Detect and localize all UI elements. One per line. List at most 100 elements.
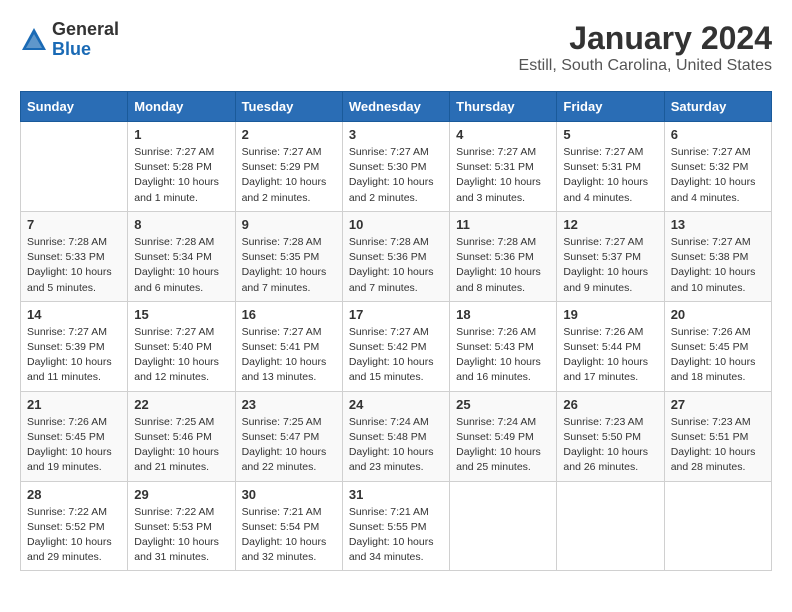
calendar-week-row: 1 Sunrise: 7:27 AM Sunset: 5:28 PM Daylig… [21,122,772,212]
day-info: Sunrise: 7:27 AM Sunset: 5:32 PM Dayligh… [671,145,765,206]
calendar-cell: 27Sunrise: 7:23 AM Sunset: 5:51 PM Dayli… [664,391,771,481]
day-info: Sunrise: 7:22 AM Sunset: 5:52 PM Dayligh… [27,505,121,566]
calendar-cell: 25 Sunrise: 7:24 AM Sunset: 5:49 PM Dayli… [450,391,557,481]
calendar-cell: 26 Sunrise: 7:23 AM Sunset: 5:50 PM Dayli… [557,391,664,481]
day-info: Sunrise: 7:22 AM Sunset: 5:53 PM Dayligh… [134,505,228,566]
day-info: Sunrise: 7:21 AM Sunset: 5:55 PM Dayligh… [349,505,443,566]
day-number: 28 [27,487,121,502]
day-number: 24 [349,397,443,412]
day-info: Sunrise: 7:27 AM Sunset: 5:38 PM Dayligh… [671,235,765,296]
day-number: 20 [671,307,765,322]
calendar-week-row: 7 Sunrise: 7:28 AM Sunset: 5:33 PM Daylig… [21,211,772,301]
day-number: 1 [134,127,228,142]
calendar-cell: 6 Sunrise: 7:27 AM Sunset: 5:32 PM Daylig… [664,122,771,212]
calendar-cell: 8 Sunrise: 7:28 AM Sunset: 5:34 PM Daylig… [128,211,235,301]
day-info: Sunrise: 7:27 AM Sunset: 5:40 PM Dayligh… [134,325,228,386]
weekday-header-thursday: Thursday [450,92,557,122]
calendar-cell: 15 Sunrise: 7:27 AM Sunset: 5:40 PM Dayli… [128,301,235,391]
day-info: Sunrise: 7:23 AM Sunset: 5:50 PM Dayligh… [563,415,657,476]
calendar-cell: 12 Sunrise: 7:27 AM Sunset: 5:37 PM Dayli… [557,211,664,301]
day-info: Sunrise: 7:27 AM Sunset: 5:42 PM Dayligh… [349,325,443,386]
day-number: 13 [671,217,765,232]
weekday-header-friday: Friday [557,92,664,122]
day-info: Sunrise: 7:26 AM Sunset: 5:43 PM Dayligh… [456,325,550,386]
day-number: 25 [456,397,550,412]
calendar-cell: 13 Sunrise: 7:27 AM Sunset: 5:38 PM Dayli… [664,211,771,301]
day-info: Sunrise: 7:27 AM Sunset: 5:28 PM Dayligh… [134,145,228,206]
day-info: Sunrise: 7:28 AM Sunset: 5:35 PM Dayligh… [242,235,336,296]
calendar-cell: 21Sunrise: 7:26 AM Sunset: 5:45 PM Dayli… [21,391,128,481]
day-info: Sunrise: 7:26 AM Sunset: 5:45 PM Dayligh… [671,325,765,386]
day-number: 12 [563,217,657,232]
calendar-week-row: 14 Sunrise: 7:27 AM Sunset: 5:39 PM Dayli… [21,301,772,391]
calendar-cell: 14 Sunrise: 7:27 AM Sunset: 5:39 PM Dayli… [21,301,128,391]
calendar-table: SundayMondayTuesdayWednesdayThursdayFrid… [20,91,772,571]
calendar-cell: 5 Sunrise: 7:27 AM Sunset: 5:31 PM Daylig… [557,122,664,212]
day-number: 3 [349,127,443,142]
calendar-cell: 7 Sunrise: 7:28 AM Sunset: 5:33 PM Daylig… [21,211,128,301]
day-number: 7 [27,217,121,232]
day-number: 26 [563,397,657,412]
calendar-cell: 17 Sunrise: 7:27 AM Sunset: 5:42 PM Dayli… [342,301,449,391]
day-number: 16 [242,307,336,322]
weekday-header-row: SundayMondayTuesdayWednesdayThursdayFrid… [21,92,772,122]
calendar-cell: 4Sunrise: 7:27 AM Sunset: 5:31 PM Daylig… [450,122,557,212]
day-info: Sunrise: 7:28 AM Sunset: 5:34 PM Dayligh… [134,235,228,296]
day-number: 5 [563,127,657,142]
day-info: Sunrise: 7:28 AM Sunset: 5:33 PM Dayligh… [27,235,121,296]
day-number: 15 [134,307,228,322]
weekday-header-tuesday: Tuesday [235,92,342,122]
calendar-cell: 19 Sunrise: 7:26 AM Sunset: 5:44 PM Dayli… [557,301,664,391]
calendar-cell [450,481,557,571]
day-number: 23 [242,397,336,412]
calendar-cell: 9Sunrise: 7:28 AM Sunset: 5:35 PM Daylig… [235,211,342,301]
calendar-cell: 29 Sunrise: 7:22 AM Sunset: 5:53 PM Dayli… [128,481,235,571]
day-info: Sunrise: 7:27 AM Sunset: 5:30 PM Dayligh… [349,145,443,206]
weekday-header-saturday: Saturday [664,92,771,122]
day-number: 10 [349,217,443,232]
day-number: 8 [134,217,228,232]
day-number: 22 [134,397,228,412]
day-number: 6 [671,127,765,142]
day-number: 31 [349,487,443,502]
calendar-week-row: 28 Sunrise: 7:22 AM Sunset: 5:52 PM Dayli… [21,481,772,571]
day-info: Sunrise: 7:26 AM Sunset: 5:44 PM Dayligh… [563,325,657,386]
day-info: Sunrise: 7:24 AM Sunset: 5:48 PM Dayligh… [349,415,443,476]
day-number: 14 [27,307,121,322]
calendar-cell: 22 Sunrise: 7:25 AM Sunset: 5:46 PM Dayli… [128,391,235,481]
calendar-week-row: 21Sunrise: 7:26 AM Sunset: 5:45 PM Dayli… [21,391,772,481]
logo-general-text: General [52,20,119,40]
day-info: Sunrise: 7:27 AM Sunset: 5:37 PM Dayligh… [563,235,657,296]
day-info: Sunrise: 7:27 AM Sunset: 5:31 PM Dayligh… [563,145,657,206]
day-number: 30 [242,487,336,502]
day-info: Sunrise: 7:23 AM Sunset: 5:51 PM Dayligh… [671,415,765,476]
day-number: 29 [134,487,228,502]
day-number: 11 [456,217,550,232]
logo: General Blue [20,20,119,60]
day-info: Sunrise: 7:25 AM Sunset: 5:46 PM Dayligh… [134,415,228,476]
calendar-cell [557,481,664,571]
day-info: Sunrise: 7:28 AM Sunset: 5:36 PM Dayligh… [349,235,443,296]
day-info: Sunrise: 7:28 AM Sunset: 5:36 PM Dayligh… [456,235,550,296]
calendar-cell: 24 Sunrise: 7:24 AM Sunset: 5:48 PM Dayli… [342,391,449,481]
calendar-cell: 18Sunrise: 7:26 AM Sunset: 5:43 PM Dayli… [450,301,557,391]
day-info: Sunrise: 7:27 AM Sunset: 5:29 PM Dayligh… [242,145,336,206]
day-number: 19 [563,307,657,322]
calendar-cell: 1 Sunrise: 7:27 AM Sunset: 5:28 PM Daylig… [128,122,235,212]
day-info: Sunrise: 7:27 AM Sunset: 5:39 PM Dayligh… [27,325,121,386]
calendar-cell [21,122,128,212]
calendar-cell [664,481,771,571]
title-block: January 2024 Estill, South Carolina, Uni… [519,20,772,75]
day-info: Sunrise: 7:27 AM Sunset: 5:41 PM Dayligh… [242,325,336,386]
logo-blue-text: Blue [52,40,119,60]
day-info: Sunrise: 7:24 AM Sunset: 5:49 PM Dayligh… [456,415,550,476]
calendar-cell: 30Sunrise: 7:21 AM Sunset: 5:54 PM Dayli… [235,481,342,571]
calendar-cell: 23 Sunrise: 7:25 AM Sunset: 5:47 PM Dayli… [235,391,342,481]
weekday-header-wednesday: Wednesday [342,92,449,122]
weekday-header-sunday: Sunday [21,92,128,122]
calendar-cell: 31 Sunrise: 7:21 AM Sunset: 5:55 PM Dayli… [342,481,449,571]
day-info: Sunrise: 7:25 AM Sunset: 5:47 PM Dayligh… [242,415,336,476]
calendar-cell: 11 Sunrise: 7:28 AM Sunset: 5:36 PM Dayli… [450,211,557,301]
day-number: 17 [349,307,443,322]
logo-icon [20,26,48,54]
